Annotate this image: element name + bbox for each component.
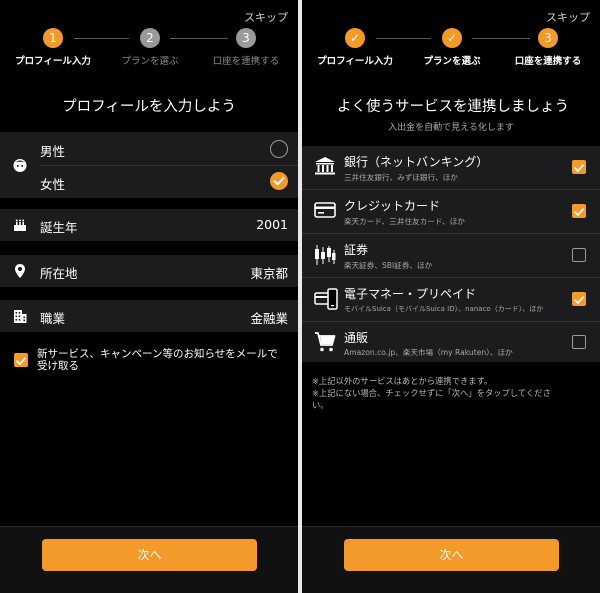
step-label: プランを選ぶ (121, 56, 179, 67)
skip-link[interactable]: スキップ (546, 9, 590, 25)
step-number: 1 (43, 28, 63, 48)
step-label: プロフィール入力 (317, 56, 393, 67)
service-title: 銀行（ネットバンキング） (344, 155, 489, 169)
service-title: 通販 (344, 331, 369, 345)
checkmark-icon (273, 177, 285, 186)
building-icon (14, 310, 27, 323)
service-subtitle: 楽天証券、SBI証券、ほか (344, 261, 433, 270)
service-row-credit-card[interactable]: クレジットカード 楽天カード、三井住友カード、ほか (302, 190, 600, 233)
birth-year-row[interactable]: 誕生年 2001 (0, 209, 298, 241)
step-1: ✓ プロフィール入力 (305, 28, 405, 67)
occupation-row[interactable]: 職業 金融業 (0, 300, 298, 332)
step-1: 1 プロフィール入力 (3, 28, 103, 67)
gender-label: 女性 (40, 177, 66, 192)
footer-bar: 次へ (302, 526, 600, 593)
face-icon (13, 159, 27, 172)
note-line: ※上記にない場合、チェックせずに「次へ」をタップしてください。 (312, 388, 551, 410)
step-number: 2 (140, 28, 160, 48)
service-row-e-money[interactable]: 電子マネー・プリペイド モバイルSuica（モバイルSuica ID）、nana… (302, 278, 600, 321)
occupation-label: 職業 (40, 311, 66, 326)
service-subtitle: 三井住友銀行、みずほ銀行、ほか (344, 173, 458, 182)
checkmark-icon (574, 208, 584, 216)
page-title: プロフィールを入力しよう (62, 99, 236, 115)
e-money-icon (314, 288, 338, 310)
note-line: ※上記以外のサービスはあとから連携できます。 (312, 376, 493, 386)
services-list: 銀行（ネットバンキング） 三井住友銀行、みずほ銀行、ほか クレジットカード 楽天… (302, 146, 600, 362)
occupation-value: 金融業 (250, 311, 288, 326)
profile-screen: スキップ 1 プロフィール入力 2 プランを選ぶ 3 口座を連携する プロフィー… (0, 0, 298, 593)
step-2: 2 プランを選ぶ (100, 28, 200, 67)
page-subtitle: 入出金を自動で見える化します (388, 123, 514, 133)
female-radio[interactable] (270, 172, 288, 190)
checkmark-icon (16, 357, 26, 365)
gender-group: 男性 女性 (0, 132, 298, 198)
next-button[interactable]: 次へ (344, 539, 559, 571)
location-value: 東京都 (250, 266, 288, 281)
service-title: クレジットカード (344, 199, 441, 213)
step-number: 3 (236, 28, 256, 48)
birth-year-label: 誕生年 (40, 220, 78, 235)
checkmark-icon (574, 296, 584, 304)
service-subtitle: Amazon.co.jp、楽天市場（my Rakuten）、ほか (344, 348, 513, 357)
divider (40, 165, 298, 166)
step-3: 3 口座を連携する (196, 28, 296, 67)
candlestick-chart-icon (315, 245, 336, 265)
service-row-securities[interactable]: 証券 楽天証券、SBI証券、ほか (302, 234, 600, 277)
notes: ※上記以外のサービスはあとから連携できます。 ※上記にない場合、チェックせずに「… (312, 375, 552, 411)
skip-link[interactable]: スキップ (244, 9, 288, 25)
service-title: 証券 (344, 243, 369, 257)
service-checkbox[interactable] (572, 292, 586, 306)
step-3: 3 口座を連携する (498, 28, 598, 67)
checkmark-icon (574, 164, 584, 172)
service-subtitle: モバイルSuica（モバイルSuica ID）、nanaco（カード）、ほか (344, 305, 544, 313)
cake-icon (14, 219, 26, 231)
cart-icon (315, 332, 336, 352)
location-pin-icon (15, 264, 25, 278)
link-services-screen: スキップ ✓ プロフィール入力 ✓ プランを選ぶ 3 口座を連携する よく使うサ… (302, 0, 600, 593)
service-row-bank[interactable]: 銀行（ネットバンキング） 三井住友銀行、みずほ銀行、ほか (302, 146, 600, 189)
step-2: ✓ プランを選ぶ (402, 28, 502, 67)
next-button[interactable]: 次へ (42, 539, 257, 571)
step-label: プランを選ぶ (423, 56, 481, 67)
location-label: 所在地 (40, 266, 78, 281)
footer-bar: 次へ (0, 526, 298, 593)
step-label: 口座を連携する (514, 56, 582, 67)
newsletter-checkbox[interactable] (14, 353, 28, 367)
birth-year-value: 2001 (256, 217, 288, 232)
step-number: 3 (538, 28, 558, 48)
service-checkbox[interactable] (572, 204, 586, 218)
location-row[interactable]: 所在地 東京都 (0, 255, 298, 287)
step-label: プロフィール入力 (15, 56, 91, 67)
male-radio[interactable] (270, 140, 288, 158)
bank-icon (315, 157, 335, 175)
gender-label: 男性 (40, 144, 66, 159)
service-row-shopping[interactable]: 通販 Amazon.co.jp、楽天市場（my Rakuten）、ほか (302, 322, 600, 362)
service-checkbox[interactable] (572, 160, 586, 174)
progress-stepper: 1 プロフィール入力 2 プランを選ぶ 3 口座を連携する (0, 28, 298, 68)
service-title: 電子マネー・プリペイド (344, 287, 477, 301)
newsletter-label: 新サービス、キャンペーン等のお知らせをメールで受け取る (37, 348, 278, 372)
step-check: ✓ (345, 28, 365, 48)
step-check: ✓ (442, 28, 462, 48)
progress-stepper: ✓ プロフィール入力 ✓ プランを選ぶ 3 口座を連携する (302, 28, 600, 68)
service-checkbox[interactable] (572, 335, 586, 349)
step-label: 口座を連携する (212, 56, 280, 67)
service-subtitle: 楽天カード、三井住友カード、ほか (344, 217, 465, 226)
page-title: よく使うサービスを連携しましょう (337, 99, 569, 115)
credit-card-icon (314, 202, 336, 218)
service-checkbox[interactable] (572, 248, 586, 262)
